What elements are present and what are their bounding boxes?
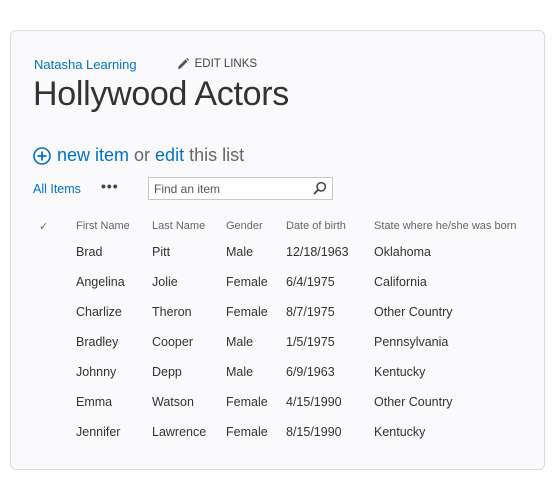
column-header-birth-state[interactable]: State where he/she was born	[374, 215, 544, 237]
cell-date-of-birth: 4/15/1990	[286, 395, 342, 409]
site-title-link[interactable]: Natasha Learning	[34, 57, 137, 72]
items-table: ✓ First Name Last Name Gender Date of bi…	[33, 215, 544, 447]
cell-first-name: Emma	[76, 395, 113, 409]
table-row[interactable]: Emma Watson Female 4/15/1990 Other Count…	[33, 387, 544, 417]
edit-list-link[interactable]: edit	[155, 145, 184, 166]
cell-last-name: Pitt	[152, 245, 171, 259]
cell-last-name: Cooper	[152, 335, 193, 349]
cell-last-name: Watson	[152, 395, 194, 409]
cell-birth-state: Kentucky	[374, 365, 426, 379]
cell-date-of-birth: 1/5/1975	[286, 335, 335, 349]
cell-last-name: Theron	[152, 305, 192, 319]
cell-date-of-birth: 12/18/1963	[286, 245, 349, 259]
table-header-row: ✓ First Name Last Name Gender Date of bi…	[33, 215, 544, 237]
cell-date-of-birth: 8/7/1975	[286, 305, 335, 319]
edit-links-button[interactable]: EDIT LINKS	[177, 58, 257, 70]
cell-gender: Female	[226, 275, 268, 289]
search-input[interactable]	[149, 181, 304, 196]
or-text: or	[134, 145, 151, 165]
cell-first-name: Johnny	[76, 365, 117, 379]
cell-birth-state: California	[374, 275, 427, 289]
column-header-last-name[interactable]: Last Name	[152, 215, 226, 237]
table-row[interactable]: Angelina Jolie Female 6/4/1975 Californi…	[33, 267, 544, 297]
top-navigation: Natasha Learning EDIT LINKS	[34, 55, 257, 73]
cell-date-of-birth: 6/9/1963	[286, 365, 335, 379]
this-list-text: this list	[189, 145, 245, 165]
search-box	[148, 177, 333, 200]
list-webpart-panel: Natasha Learning EDIT LINKS Hollywood Ac…	[10, 30, 545, 470]
cell-gender: Male	[226, 335, 254, 349]
cell-first-name: Angelina	[76, 275, 125, 289]
more-views-button[interactable]: •••	[101, 179, 119, 197]
cell-gender: Male	[226, 245, 254, 259]
add-circle-icon[interactable]	[33, 146, 51, 165]
column-header-gender[interactable]: Gender	[226, 215, 286, 237]
cell-birth-state: Oklahoma	[374, 245, 431, 259]
view-selector: All Items •••	[33, 177, 119, 201]
column-header-date-of-birth[interactable]: Date of birth	[286, 215, 374, 237]
new-item-link[interactable]: new item	[57, 145, 129, 166]
cell-birth-state: Other Country	[374, 305, 453, 319]
cell-first-name: Jennifer	[76, 425, 121, 439]
search-icon[interactable]	[313, 181, 327, 195]
new-item-bar: new item or edit this list	[33, 145, 244, 166]
table-row[interactable]: Bradley Cooper Male 1/5/1975 Pennsylvani…	[33, 327, 544, 357]
cell-last-name: Lawrence	[152, 425, 207, 439]
cell-gender: Female	[226, 395, 268, 409]
cell-birth-state: Kentucky	[374, 425, 426, 439]
page-title: Hollywood Actors	[33, 75, 289, 113]
view-all-items[interactable]: All Items	[33, 182, 81, 196]
table-row[interactable]: Jennifer Lawrence Female 8/15/1990 Kentu…	[33, 417, 544, 447]
table-row[interactable]: Brad Pitt Male 12/18/1963 Oklahoma	[33, 237, 544, 267]
cell-gender: Female	[226, 305, 268, 319]
cell-birth-state: Other Country	[374, 395, 453, 409]
cell-first-name: Bradley	[76, 335, 119, 349]
cell-last-name: Depp	[152, 365, 182, 379]
cell-gender: Female	[226, 425, 268, 439]
table-row[interactable]: Johnny Depp Male 6/9/1963 Kentucky	[33, 357, 544, 387]
cell-last-name: Jolie	[152, 275, 178, 289]
table-row[interactable]: Charlize Theron Female 8/7/1975 Other Co…	[33, 297, 544, 327]
edit-links-label: EDIT LINKS	[194, 58, 258, 70]
column-header-first-name[interactable]: First Name	[76, 215, 152, 237]
cell-date-of-birth: 8/15/1990	[286, 425, 342, 439]
select-all-checkbox[interactable]: ✓	[33, 215, 76, 237]
cell-first-name: Brad	[76, 245, 103, 259]
cell-first-name: Charlize	[76, 305, 122, 319]
cell-date-of-birth: 6/4/1975	[286, 275, 335, 289]
cell-gender: Male	[226, 365, 254, 379]
pencil-icon	[177, 58, 189, 69]
cell-birth-state: Pennsylvania	[374, 335, 449, 349]
